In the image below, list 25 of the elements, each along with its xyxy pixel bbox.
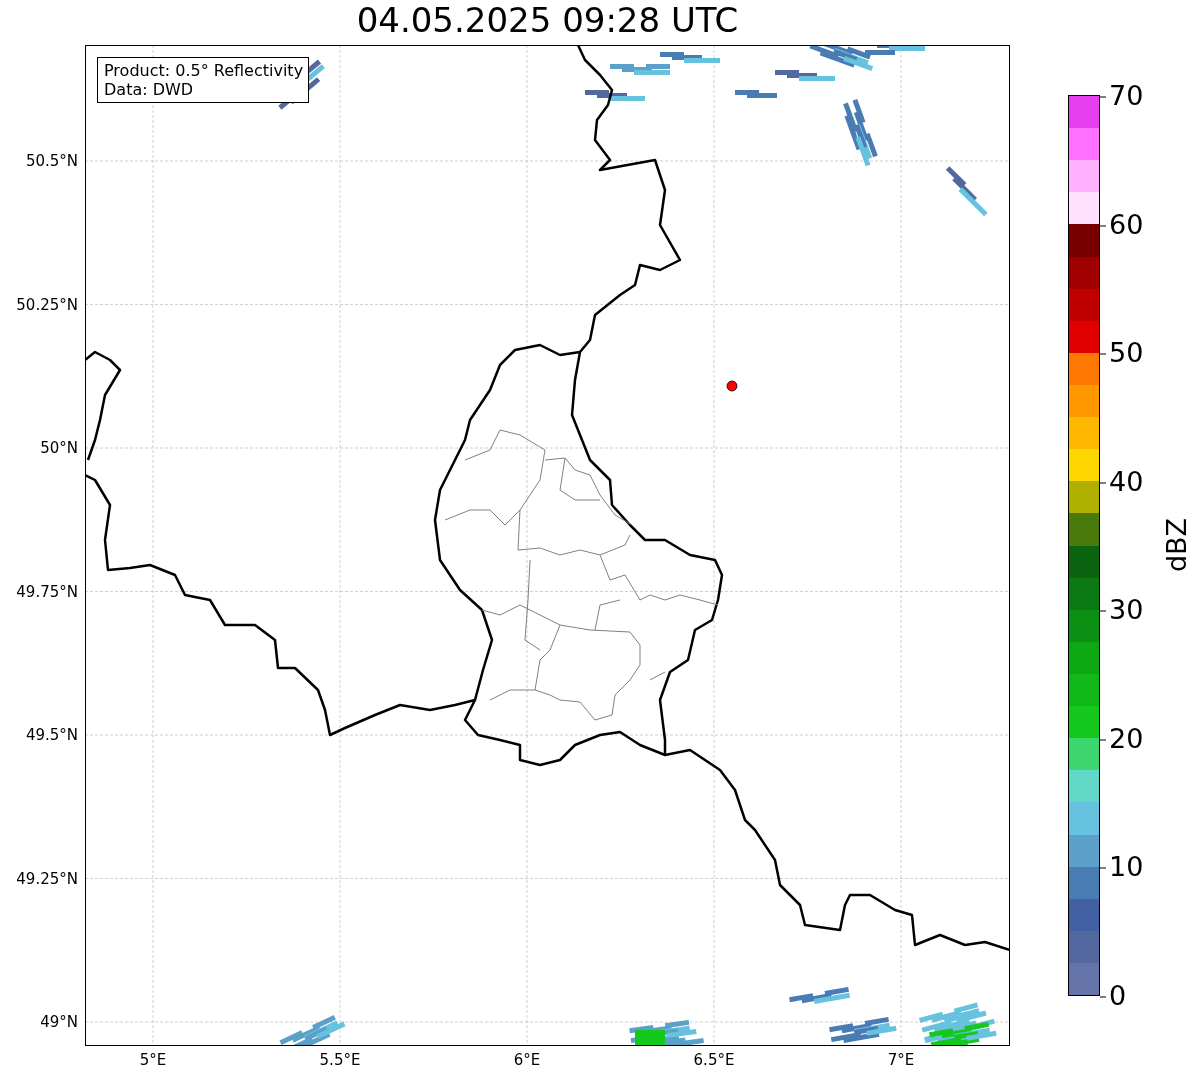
colorbar-tick-label: 30 [1100, 593, 1144, 625]
latitude-label: 50°N [40, 439, 78, 457]
location-marker-icon [726, 380, 738, 392]
longitude-label: 5.5°E [319, 1051, 361, 1069]
colorbar-tick-label: 70 [1100, 79, 1144, 111]
longitude-label: 6°E [513, 1051, 541, 1069]
chart-title: 04.05.2025 09:28 UTC [355, 0, 740, 42]
latitude-label: 49.25°N [16, 869, 78, 888]
colorbar-tick-label: 40 [1100, 465, 1144, 497]
latitude-label: 49°N [40, 1013, 78, 1031]
latitude-label: 50.5°N [25, 152, 78, 170]
colorbar-tick-label: 0 [1100, 979, 1127, 1011]
colorbar-label: dBZ [1160, 517, 1192, 573]
colorbar-tick-label: 60 [1100, 208, 1144, 240]
latitude-label: 50.25°N [16, 295, 78, 314]
longitude-label: 5°E [139, 1051, 167, 1069]
longitude-label: 7°E [887, 1051, 915, 1069]
colorbar-tick-label: 20 [1100, 722, 1144, 754]
longitude-label: 6.5°E [693, 1051, 735, 1069]
latitude-label: 49.75°N [16, 582, 78, 601]
colorbar-tick-label: 10 [1100, 850, 1144, 882]
legend-text: Data: DWD [104, 80, 195, 99]
latitude-label: 49.5°N [25, 726, 78, 744]
legend-text: Product: 0.5° Reflectivity [104, 61, 304, 80]
colorbar-tick-label: 50 [1100, 336, 1144, 368]
